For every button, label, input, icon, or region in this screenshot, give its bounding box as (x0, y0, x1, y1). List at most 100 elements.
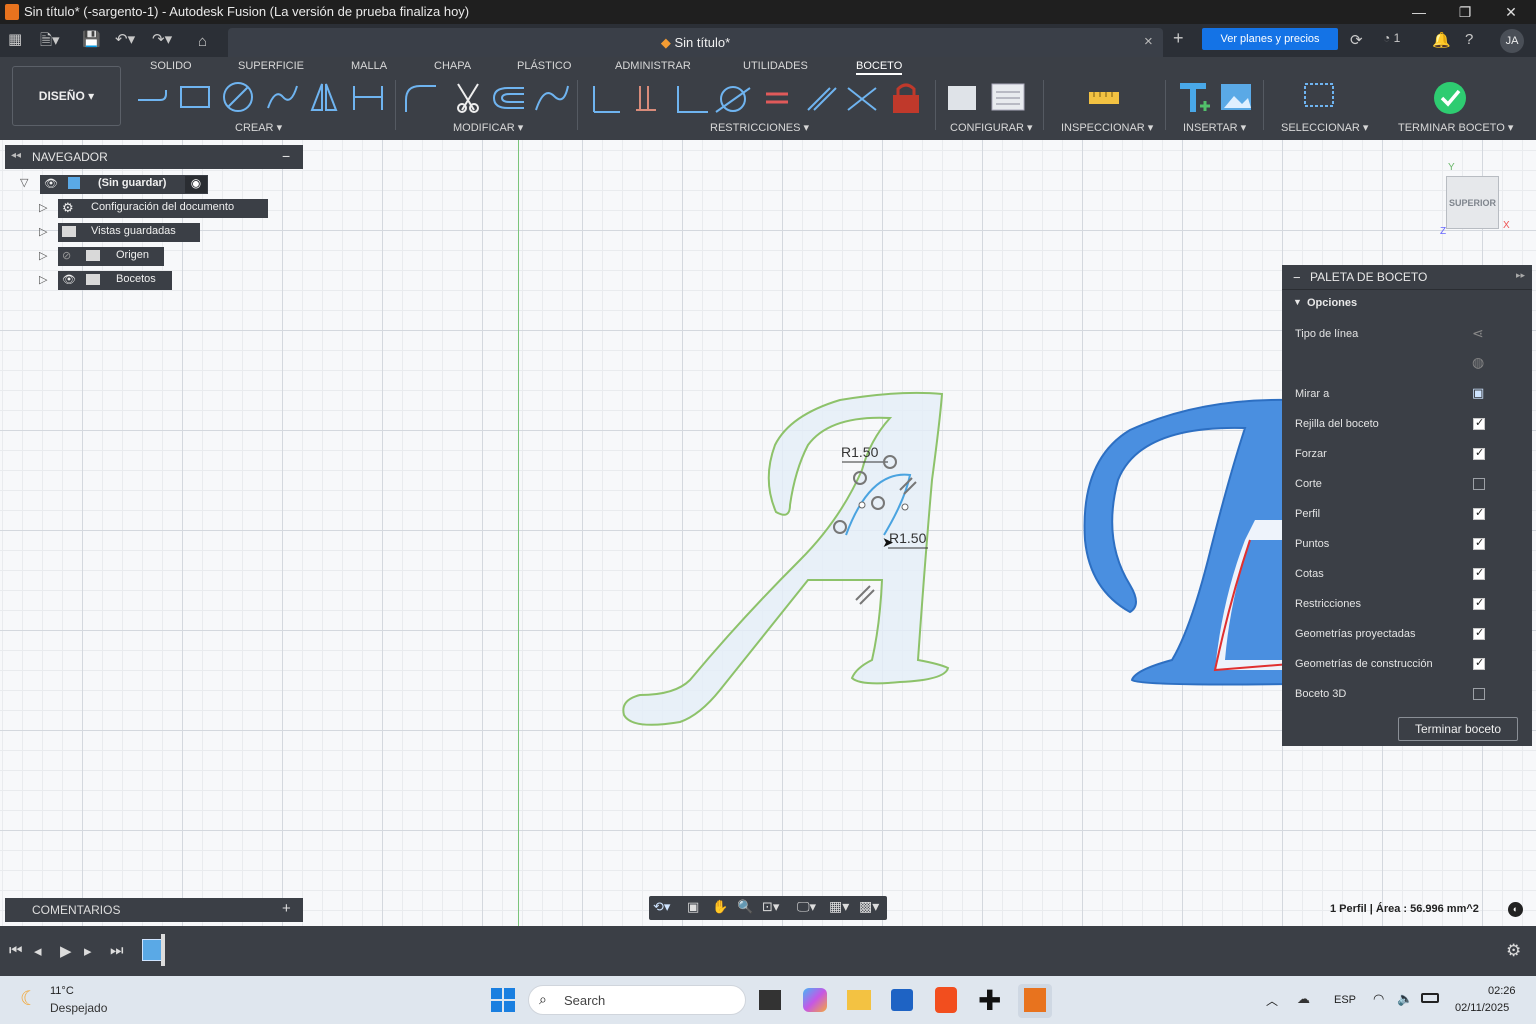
plans-pricing-button[interactable]: Ver planes y precios (1202, 28, 1338, 50)
construction-line-icon[interactable]: ⋖ (1472, 325, 1484, 342)
wifi-icon[interactable]: ◠ (1373, 991, 1384, 1007)
tangent-constraint-icon[interactable] (715, 86, 751, 113)
copilot-icon[interactable] (803, 988, 827, 1012)
options-section-title[interactable]: Opciones (1307, 297, 1357, 309)
close-tab-icon[interactable]: × (1144, 33, 1153, 50)
task-view-icon[interactable] (759, 990, 781, 1010)
weather-description[interactable]: Despejado (50, 1001, 107, 1015)
centerline-icon[interactable]: ◍ (1472, 354, 1484, 371)
tab-superficie[interactable]: SUPERFICIE (238, 60, 304, 72)
checkbox-slice[interactable] (1473, 478, 1485, 490)
taskbar-search-box[interactable]: ⌕ Search (528, 985, 746, 1015)
line-tool-icon[interactable] (138, 90, 167, 101)
plus-app-icon[interactable]: ✚ (978, 984, 1001, 1017)
cloud-sync-icon[interactable]: ☁ (1297, 991, 1310, 1007)
project-tool-icon[interactable] (535, 85, 569, 111)
input-language[interactable]: ESP (1334, 994, 1356, 1006)
step-back-icon[interactable]: ◂ (34, 942, 42, 960)
insert-text-icon[interactable] (1180, 83, 1210, 112)
spline-tool-icon[interactable] (267, 85, 298, 109)
weather-temperature[interactable]: 11°C (50, 985, 74, 997)
expand-arrow-icon[interactable]: ▷ (39, 249, 47, 262)
lock-constraint-icon[interactable] (893, 83, 919, 113)
group-inspect-dropdown[interactable]: INSPECCIONAR ▾ (1061, 121, 1153, 134)
look-at-icon[interactable]: ▣ (1472, 385, 1484, 401)
group-finish-sketch-dropdown[interactable]: TERMINAR BOCETO ▾ (1398, 121, 1513, 134)
mirror-tool-icon[interactable] (310, 83, 338, 111)
checkbox-sketch-grid[interactable] (1473, 416, 1485, 430)
browser-root-item[interactable]: 👁 (Sin guardar) (40, 175, 208, 194)
tab-solido[interactable]: SOLIDO (150, 60, 192, 72)
microsoft-store-icon[interactable] (891, 989, 913, 1011)
activate-radio-icon[interactable]: ◉ (185, 176, 207, 193)
home-icon[interactable]: ⌂ (198, 33, 207, 50)
expand-root-icon[interactable]: ▽ (20, 176, 28, 189)
redo-icon[interactable]: ↷▾ (152, 30, 172, 48)
battery-icon[interactable] (1421, 993, 1439, 1003)
file-explorer-icon[interactable] (847, 990, 871, 1010)
trim-tool-icon[interactable] (457, 83, 479, 113)
group-insert-dropdown[interactable]: INSERTAR ▾ (1183, 121, 1246, 134)
clock-date[interactable]: 02/11/2025 (1455, 1002, 1509, 1014)
timeline-marker[interactable] (161, 934, 165, 966)
close-window-button[interactable]: ✕ (1500, 2, 1522, 22)
grid-settings-icon[interactable]: ▦▾ (829, 898, 849, 915)
rectangle-tool-icon[interactable] (180, 86, 210, 108)
brave-browser-icon[interactable] (935, 987, 957, 1013)
measure-tool-icon[interactable] (1089, 92, 1119, 104)
job-status-icon[interactable]: ◔ 1 (1383, 31, 1400, 45)
visibility-eye-icon[interactable]: 👁 (62, 273, 76, 286)
step-forward-icon[interactable]: ▸ (84, 942, 92, 960)
browser-item-saved-views[interactable]: Vistas guardadas (58, 223, 200, 242)
tab-utilidades[interactable]: UTILIDADES (743, 60, 808, 72)
online-status-icon[interactable]: ⟳ (1350, 31, 1363, 49)
timeline-settings-gear-icon[interactable]: ⚙ (1506, 941, 1521, 961)
equal-constraint-icon[interactable] (766, 92, 788, 104)
checkbox-points[interactable] (1473, 536, 1485, 550)
expand-palette-icon[interactable]: ▸▸ (1516, 270, 1525, 281)
grid-menu-icon[interactable]: ▦ (8, 30, 22, 48)
notifications-bell-icon[interactable]: 🔔 (1432, 31, 1451, 49)
expand-arrow-icon[interactable]: ▷ (39, 273, 47, 286)
undo-icon[interactable]: ↶▾ (115, 30, 135, 48)
dimension-tool-icon[interactable] (353, 86, 383, 110)
clock-time[interactable]: 02:26 (1488, 985, 1516, 997)
insert-image-icon[interactable] (1221, 84, 1251, 110)
group-constraints-dropdown[interactable]: RESTRICCIONES ▾ (710, 121, 809, 134)
look-at-icon[interactable]: ▣ (687, 899, 699, 915)
go-to-end-icon[interactable]: ⏭ (110, 942, 124, 959)
fix-constraint-icon[interactable] (593, 86, 620, 113)
volume-icon[interactable]: 🔈 (1397, 991, 1413, 1007)
document-tab[interactable]: ◆ Sin título* × (228, 28, 1163, 57)
checkbox-construction-geometry[interactable] (1473, 656, 1485, 670)
checkbox-projected-geometry[interactable] (1473, 626, 1485, 640)
hidden-eye-icon[interactable]: ⊘ (62, 249, 71, 262)
panel-collapse-arrows-icon[interactable]: ◂◂ (11, 150, 21, 161)
chevron-up-icon[interactable]: ︿ (1266, 992, 1278, 1009)
tab-administrar[interactable]: ADMINISTRAR (615, 60, 691, 72)
select-window-icon[interactable] (1304, 83, 1334, 107)
circle-tool-icon[interactable] (223, 82, 253, 112)
workspace-selector[interactable]: DISEÑO ▾ (12, 66, 121, 126)
parallel-constraint-icon[interactable] (807, 87, 837, 111)
tab-plastico[interactable]: PLÁSTICO (517, 60, 571, 72)
group-modify-dropdown[interactable]: MODIFICAR ▾ (453, 121, 523, 134)
tab-boceto[interactable]: BOCETO (856, 60, 903, 75)
add-comment-button[interactable]: + (282, 900, 291, 917)
selection-filter-icon[interactable]: ◐ (1508, 902, 1523, 917)
play-icon[interactable]: ▶ (60, 942, 72, 960)
windows-start-icon[interactable] (491, 988, 515, 1012)
browser-item-origin[interactable]: ⊘ Origen (58, 247, 164, 266)
checkbox-3d-sketch[interactable] (1473, 688, 1485, 700)
file-icon[interactable]: 🗎▾ (40, 30, 60, 55)
minimize-button[interactable]: — (1408, 2, 1430, 22)
fit-icon[interactable]: ⊡▾ (762, 899, 779, 915)
viewports-icon[interactable]: ▩▾ (859, 898, 879, 915)
orbit-icon[interactable]: ⟲▾ (653, 899, 670, 915)
new-tab-button[interactable]: + (1173, 28, 1184, 49)
maximize-button[interactable]: ❐ (1454, 2, 1476, 22)
zoom-icon[interactable]: 🔍 (737, 899, 753, 915)
fillet-tool-icon[interactable] (405, 85, 436, 112)
help-icon[interactable]: ? (1465, 31, 1473, 48)
pan-hand-icon[interactable]: ✋ (712, 899, 728, 915)
